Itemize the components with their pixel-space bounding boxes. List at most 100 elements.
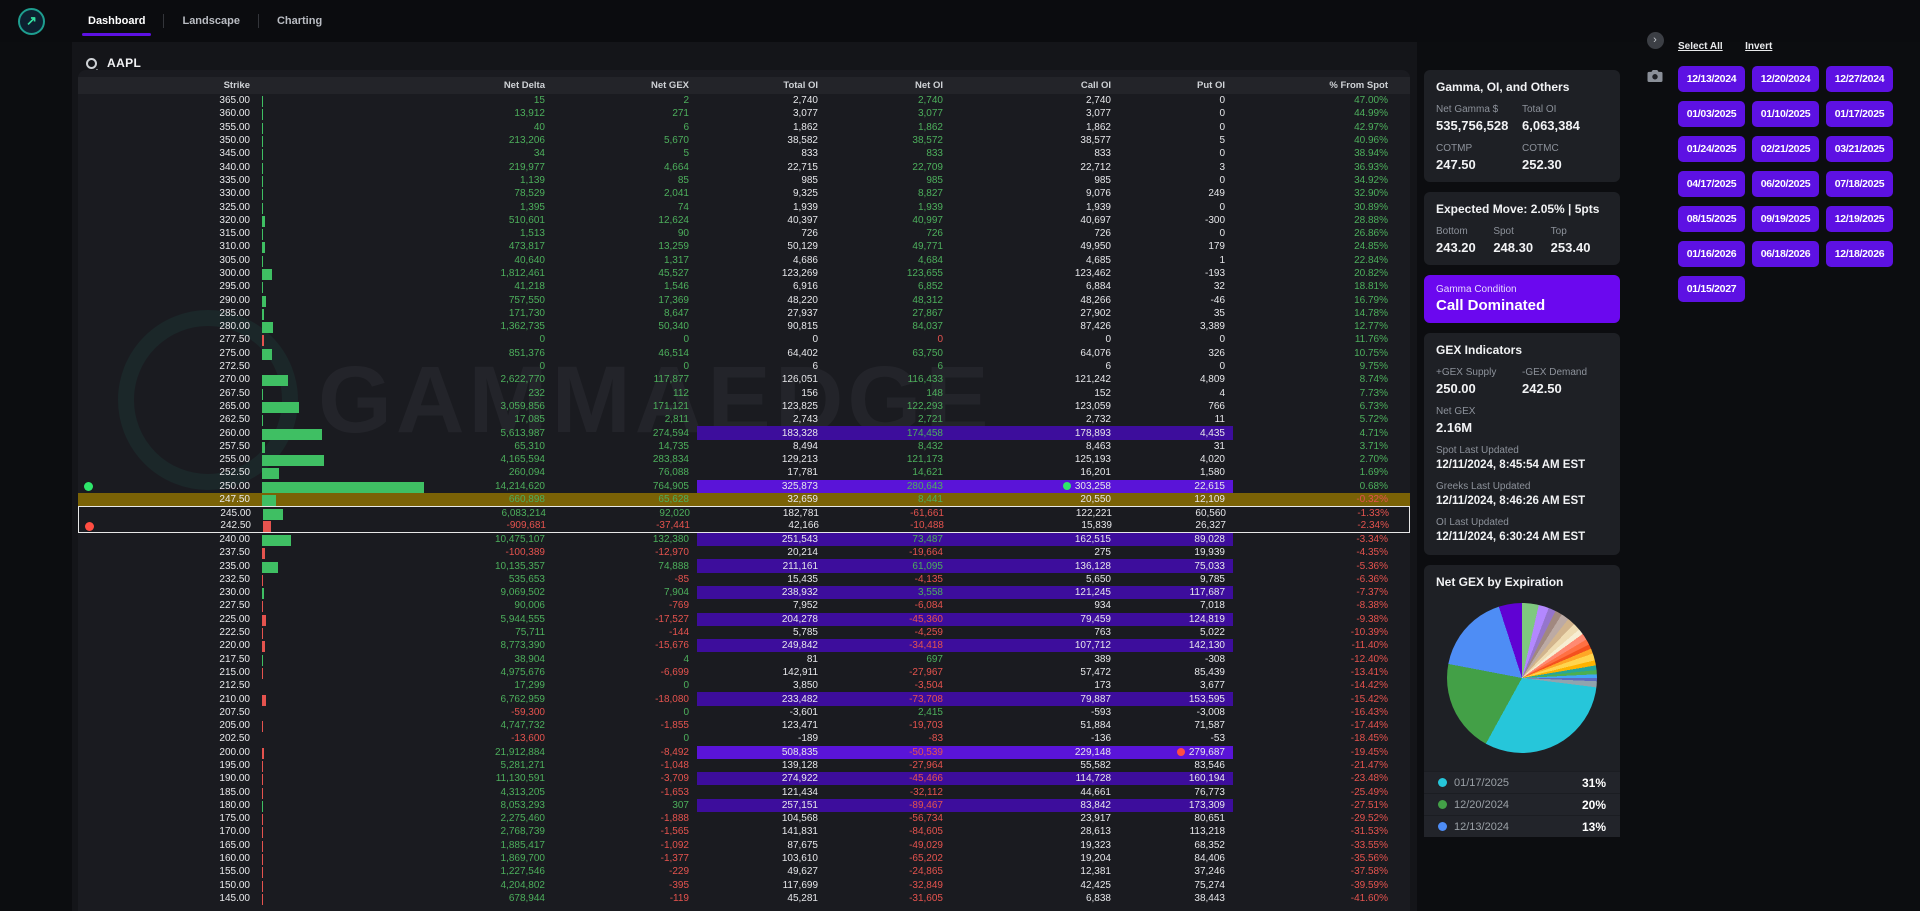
expiry-date-button[interactable]: 01/15/2027 — [1678, 276, 1745, 302]
column-header-net-delta[interactable]: Net Delta — [258, 80, 553, 91]
tab-landscape[interactable]: Landscape — [164, 0, 257, 42]
expiry-date-button[interactable]: 06/20/2025 — [1752, 171, 1819, 197]
table-row[interactable]: 255.00 4,165,594 283,834 129,213 121,173 125,… — [78, 453, 1410, 467]
table-row[interactable]: 185.00 4,313,205 -1,653 121,434 -32,112 44,66… — [78, 785, 1410, 799]
table-row[interactable]: 165.00 1,885,417 -1,092 87,675 -49,029 19,323… — [78, 839, 1410, 852]
table-row[interactable]: 310.00 473,817 13,259 50,129 49,771 49,950 179… — [78, 240, 1410, 254]
table-row[interactable]: 315.00 1,513 90 726 726 726 0 26.86% — [78, 227, 1410, 241]
table-row[interactable]: 280.00 1,362,735 50,340 90,815 84,037 87,426 3… — [78, 320, 1410, 334]
invert-link[interactable]: Invert — [1745, 41, 1772, 52]
expiry-date-button[interactable]: 12/20/2024 — [1752, 66, 1819, 92]
tab-dashboard[interactable]: Dashboard — [70, 0, 163, 42]
table-row[interactable]: 235.00 10,135,357 74,888 211,161 61,095 136,1… — [78, 559, 1410, 573]
expiry-date-button[interactable]: 01/10/2025 — [1752, 101, 1819, 127]
table-row[interactable]: 295.00 41,218 1,546 6,916 6,852 6,884 32 18.81% — [78, 280, 1410, 294]
table-row[interactable]: 220.00 8,773,390 -15,676 249,842 -34,418 107,… — [78, 639, 1410, 653]
column-header-strike[interactable]: Strike — [78, 80, 258, 91]
expiry-date-button[interactable]: 12/18/2026 — [1826, 241, 1893, 267]
table-row[interactable]: 245.00 6,083,214 92,020 182,781 -61,661 122,2… — [78, 506, 1410, 520]
table-row[interactable]: 145.00 678,944 -119 45,281 -31,605 6,838 38,44… — [78, 892, 1410, 905]
table-row[interactable]: 275.00 851,376 46,514 64,402 63,750 64,076 326… — [78, 347, 1410, 360]
table-row[interactable]: 175.00 2,275,460 -1,888 104,568 -56,734 23,91… — [78, 812, 1410, 826]
legend-item[interactable]: 12/13/2024 13% — [1424, 815, 1620, 837]
legend-item[interactable]: 12/20/2024 20% — [1424, 793, 1620, 815]
table-row[interactable]: 340.00 219,977 4,664 22,715 22,709 22,712 3 36.… — [78, 160, 1410, 174]
column-header-put-oi[interactable]: Put OI — [1119, 80, 1233, 91]
table-row[interactable]: 277.50 0 0 0 0 0 0 11.76% — [78, 333, 1410, 347]
table-row[interactable]: 250.00 14,214,620 764,905 325,873 280,643 303… — [78, 479, 1410, 493]
table-row[interactable]: 237.50 -100,389 -12,970 20,214 -19,664 275 19,… — [78, 546, 1410, 560]
table-row[interactable]: 355.00 40 6 1,862 1,862 1,862 0 42.97% — [78, 121, 1410, 134]
table-row[interactable]: 345.00 34 5 833 833 833 0 38.94% — [78, 147, 1410, 161]
expiry-date-button[interactable]: 01/24/2025 — [1678, 136, 1745, 162]
table-row[interactable]: 155.00 1,227,546 -229 49,627 -24,865 12,381 37… — [78, 865, 1410, 879]
table-row[interactable]: 257.50 65,310 14,735 8,494 8,432 8,463 31 3.71% — [78, 440, 1410, 453]
table-row[interactable]: 320.00 510,601 12,624 40,397 40,997 40,697 -30… — [78, 214, 1410, 227]
camera-icon[interactable] — [1646, 67, 1664, 85]
table-row[interactable]: 232.50 535,653 -85 15,435 -4,135 5,650 9,785 -6… — [78, 573, 1410, 586]
table-row[interactable]: 305.00 40,640 1,317 4,686 4,684 4,685 1 22.84% — [78, 254, 1410, 267]
table-row[interactable]: 270.00 2,622,770 117,877 126,051 116,433 121,… — [78, 373, 1410, 387]
table-row[interactable]: 360.00 13,912 271 3,077 3,077 3,077 0 44.99% — [78, 107, 1410, 121]
expiry-date-button[interactable]: 08/15/2025 — [1678, 206, 1745, 232]
expiry-date-button[interactable]: 01/03/2025 — [1678, 101, 1745, 127]
table-row[interactable]: 150.00 4,204,802 -395 117,699 -32,849 42,425 7… — [78, 879, 1410, 892]
expiry-date-button[interactable]: 07/18/2025 — [1826, 171, 1893, 197]
expiry-date-button[interactable]: 01/16/2026 — [1678, 241, 1745, 267]
tab-charting[interactable]: Charting — [259, 0, 340, 42]
table-row[interactable]: 350.00 213,206 5,670 38,582 38,572 38,577 5 40.… — [78, 134, 1410, 148]
table-row[interactable]: 262.50 17,085 2,811 2,743 2,721 2,732 11 5.72% — [78, 413, 1410, 427]
table-row[interactable]: 160.00 1,869,700 -1,377 103,610 -65,202 19,20… — [78, 852, 1410, 866]
table-row[interactable]: 180.00 8,053,293 307 257,151 -89,467 83,842 17… — [78, 798, 1410, 813]
table-row[interactable]: 325.00 1,395 74 1,939 1,939 1,939 0 30.89% — [78, 200, 1410, 214]
table-row[interactable]: 200.00 21,912,884 -8,492 508,835 -50,539 229,… — [78, 745, 1410, 759]
table-row[interactable]: 212.50 17,299 0 3,850 -3,504 173 3,677 -14.42% — [78, 679, 1410, 692]
column-header-call-oi[interactable]: Call OI — [951, 80, 1119, 91]
table-row[interactable]: 265.00 3,059,856 171,121 123,825 122,293 123,… — [78, 400, 1410, 413]
app-logo-icon[interactable]: ↗ — [18, 7, 45, 35]
table-row[interactable]: 227.50 90,006 -769 7,952 -6,084 934 7,018 -8.38… — [78, 599, 1410, 613]
table-row[interactable]: 260.00 5,613,987 274,594 183,328 174,458 178,… — [78, 426, 1410, 440]
expiry-date-button[interactable]: 12/19/2025 — [1826, 206, 1893, 232]
table-row[interactable]: 330.00 78,529 2,041 9,325 8,827 9,076 249 32.90… — [78, 187, 1410, 201]
expiry-date-button[interactable]: 03/21/2025 — [1826, 136, 1893, 162]
table-row[interactable]: 290.00 757,550 17,369 48,220 48,312 48,266 -46… — [78, 293, 1410, 307]
column-header-net-oi[interactable]: Net OI — [826, 80, 951, 91]
expiry-date-button[interactable]: 12/27/2024 — [1826, 66, 1893, 92]
expiry-date-button[interactable]: 12/13/2024 — [1678, 66, 1745, 92]
expiry-date-button[interactable]: 02/21/2025 — [1752, 136, 1819, 162]
table-row[interactable]: 240.00 10,475,107 132,380 251,543 73,487 162,… — [78, 532, 1410, 547]
table-row[interactable]: 247.50 660,898 65,628 32,659 8,441 20,550 12,1… — [78, 492, 1410, 507]
table-row[interactable]: 210.00 6,762,959 -18,080 233,482 -73,708 79,8… — [78, 692, 1410, 706]
table-row[interactable]: 222.50 75,711 -144 5,785 -4,259 763 5,022 -10.3… — [78, 626, 1410, 640]
table-row[interactable]: 190.00 11,130,591 -3,709 274,922 -45,466 114,… — [78, 772, 1410, 786]
table-row[interactable]: 267.50 232 112 156 148 152 4 7.73% — [78, 387, 1410, 400]
column-header--from-spot[interactable]: % From Spot — [1233, 80, 1410, 91]
column-header-net-gex[interactable]: Net GEX — [553, 80, 697, 91]
expiry-date-button[interactable]: 04/17/2025 — [1678, 171, 1745, 197]
legend-item[interactable]: 01/17/2025 31% — [1424, 771, 1620, 793]
table-row[interactable]: 230.00 9,069,502 7,904 238,932 3,558 121,245 1… — [78, 585, 1410, 600]
table-row[interactable]: 252.50 260,094 76,088 17,781 14,621 16,201 1,5… — [78, 466, 1410, 480]
table-row[interactable]: 272.50 0 0 6 6 6 0 9.75% — [78, 360, 1410, 373]
table-row[interactable]: 170.00 2,768,739 -1,565 141,831 -84,605 28,61… — [78, 825, 1410, 839]
table-row[interactable]: 335.00 1,139 85 985 985 985 0 34.92% — [78, 174, 1410, 187]
table-row[interactable]: 242.50 -909,681 -37,441 42,166 -10,488 15,839… — [78, 519, 1410, 533]
table-row[interactable]: 285.00 171,730 8,647 27,937 27,867 27,902 35 14… — [78, 307, 1410, 320]
table-row[interactable]: 207.50 -59,300 0 -3,601 2,415 -593 -3,008 -16.4… — [78, 706, 1410, 719]
table-row[interactable]: 205.00 4,747,732 -1,855 123,471 -19,703 51,88… — [78, 719, 1410, 733]
select-all-link[interactable]: Select All — [1678, 41, 1723, 52]
expiry-date-button[interactable]: 09/19/2025 — [1752, 206, 1819, 232]
expiry-date-button[interactable]: 01/17/2025 — [1826, 101, 1893, 127]
expiry-date-button[interactable]: 06/18/2026 — [1752, 241, 1819, 267]
collapse-panel-icon[interactable]: › — [1646, 32, 1664, 49]
table-row[interactable]: 202.50 -13,600 0 -189 -83 -136 -53 -18.45% — [78, 732, 1410, 745]
table-row[interactable]: 195.00 5,281,271 -1,048 139,128 -27,964 55,58… — [78, 759, 1410, 772]
table-row[interactable]: 365.00 15 2 2,740 2,740 2,740 0 47.00% — [78, 94, 1410, 108]
table-row[interactable]: 215.00 4,975,676 -6,699 142,911 -27,967 57,47… — [78, 666, 1410, 679]
table-row[interactable]: 217.50 38,904 4 81 697 389 -308 -12.40% — [78, 652, 1410, 666]
column-header-total-oi[interactable]: Total OI — [697, 80, 826, 91]
table-row[interactable]: 300.00 1,812,461 45,527 123,269 123,655 123,4… — [78, 267, 1410, 280]
table-row[interactable]: 225.00 5,944,555 -17,527 204,278 -45,360 79,4… — [78, 612, 1410, 626]
search-input[interactable] — [107, 56, 227, 70]
